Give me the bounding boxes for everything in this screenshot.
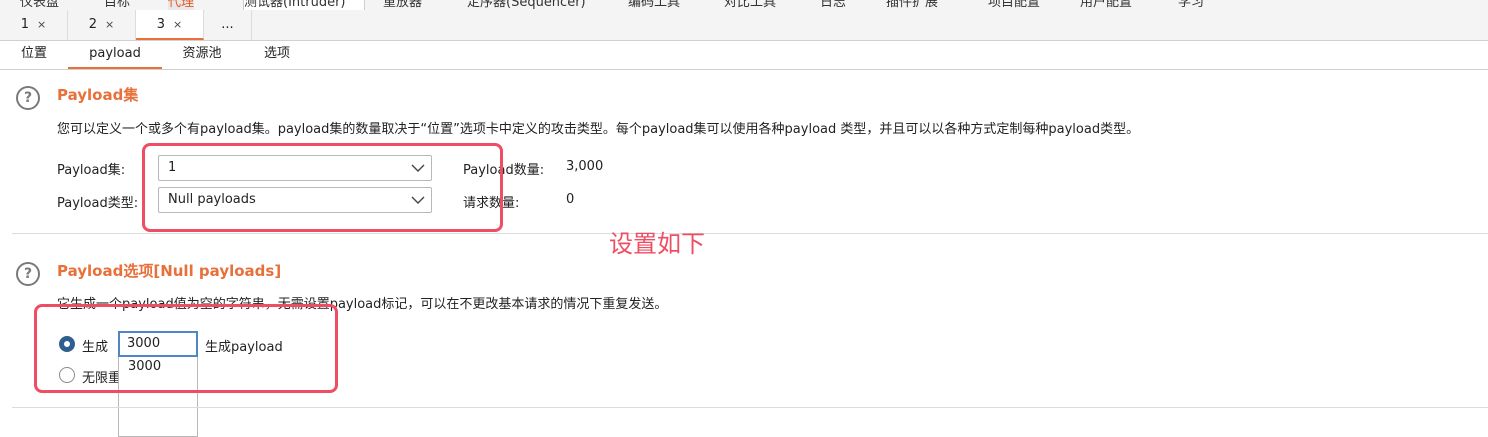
tool-tab-sequencer[interactable]: 定序器(Sequencer) <box>467 0 586 10</box>
attack-tab-label: 3 <box>156 17 166 32</box>
attack-tab-strip: 1 × 2 × 3 × ... <box>0 10 1488 41</box>
annotation-text: 设置如下 <box>609 230 705 258</box>
close-icon[interactable]: × <box>173 18 182 31</box>
help-icon[interactable]: ? <box>16 86 40 110</box>
close-icon[interactable]: × <box>105 18 114 31</box>
tool-tab-repeater[interactable]: 重放器 <box>383 0 422 10</box>
tool-tab-dashboard[interactable]: 仪表盘 <box>20 0 59 10</box>
payload-type-label: Payload类型: <box>57 196 139 211</box>
new-attack-tab[interactable]: ... <box>204 10 252 40</box>
attack-tab-label: 2 <box>88 17 98 32</box>
payload-options-title: Payload选项[Null payloads] <box>57 262 282 280</box>
attack-tab-label: 1 <box>20 17 30 32</box>
tool-tab-extender[interactable]: 插件扩展 <box>886 0 938 10</box>
tab-positions[interactable]: 位置 <box>0 41 68 69</box>
section-divider <box>12 407 1488 408</box>
payload-set-label: Payload集: <box>57 163 126 178</box>
annotation-box-settings <box>142 143 503 232</box>
attack-tab-label: ... <box>221 17 234 32</box>
close-icon[interactable]: × <box>37 18 46 31</box>
sub-tab-strip: 位置 payload 资源池 选项 <box>0 41 1488 70</box>
tool-tab-intruder[interactable]: 测试器(Intruder) <box>243 0 365 10</box>
tool-tab-logger[interactable]: 日志 <box>820 0 846 10</box>
help-icon[interactable]: ? <box>16 262 40 286</box>
tab-options[interactable]: 选项 <box>242 41 312 69</box>
annotation-box-options <box>34 304 338 393</box>
attack-tab-1[interactable]: 1 × <box>0 10 68 40</box>
payload-count-value: 3,000 <box>566 159 604 174</box>
attack-tab-2[interactable]: 2 × <box>68 10 136 40</box>
request-count-value: 0 <box>566 192 575 207</box>
payload-sets-title: Payload集 <box>57 86 139 104</box>
tool-tab-learn[interactable]: 学习 <box>1178 0 1204 10</box>
tab-payload[interactable]: payload <box>68 41 162 69</box>
tool-tab-comparer[interactable]: 对比工具 <box>724 0 776 10</box>
attack-tab-3[interactable]: 3 × <box>136 10 204 40</box>
tool-tab-target[interactable]: 目标 <box>104 0 130 10</box>
payload-sets-description: 您可以定义一个或多个有payload集。payload集的数量取决于“位置”选项… <box>57 122 1140 137</box>
tab-resource-pool[interactable]: 资源池 <box>162 41 242 69</box>
tool-tab-decoder[interactable]: 编码工具 <box>628 0 680 10</box>
section-divider <box>12 233 1488 234</box>
tool-tab-proxy[interactable]: 代理 <box>168 0 195 10</box>
tool-tab-project-options[interactable]: 项目配置 <box>988 0 1040 10</box>
tool-tab-user-options[interactable]: 用户配置 <box>1080 0 1132 10</box>
